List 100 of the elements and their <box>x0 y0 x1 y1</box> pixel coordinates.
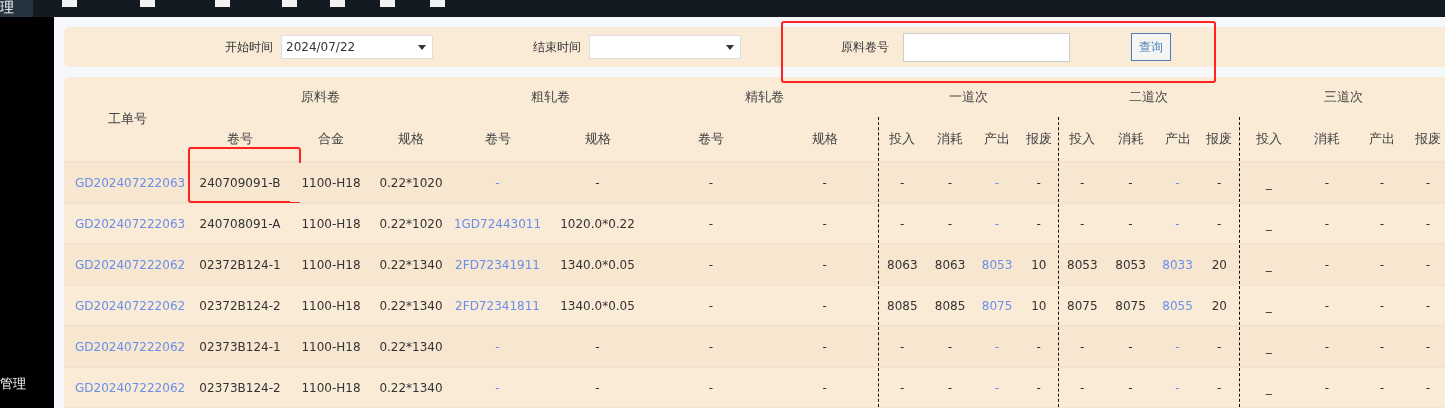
table-link[interactable]: - <box>994 339 1000 354</box>
table-cell: 8063 <box>887 257 918 272</box>
table-cell: 02372B124-2 <box>199 298 281 313</box>
filter-label: 结束时间 <box>533 38 581 56</box>
table-cell: - <box>708 175 714 190</box>
column-header: 卷号 <box>450 117 546 162</box>
table-cell: 0.22*1340 <box>379 298 443 313</box>
table-cell: - <box>1080 380 1085 395</box>
column-header: 规格 <box>772 117 879 162</box>
column-group-header: 三道次 <box>1239 77 1445 117</box>
table-link[interactable]: 8075 <box>981 298 1013 313</box>
table-cell: 8053 <box>1067 257 1098 272</box>
table-cell: - <box>1036 216 1041 231</box>
filter-label: 开始时间 <box>225 38 273 56</box>
table-cell: 10 <box>1031 298 1047 313</box>
table-link[interactable]: 8055 <box>1162 298 1193 313</box>
table-cell: 20 <box>1211 298 1227 313</box>
table-cell: 1100-H18 <box>301 380 361 395</box>
table-cell: - <box>708 298 714 313</box>
table-cell: - <box>1217 175 1222 190</box>
table-cell: _ <box>1265 298 1272 313</box>
table-cell: - <box>900 175 905 190</box>
table-cell: - <box>900 380 905 395</box>
table-cell: - <box>1128 339 1133 354</box>
table-cell: 0.22*1340 <box>379 380 443 395</box>
column-header: 工单号 <box>64 77 190 162</box>
table-cell: - <box>1379 380 1385 395</box>
table-cell: 02373B124-2 <box>199 380 281 395</box>
column-header: 消耗 <box>1106 117 1156 162</box>
column-header: 报废 <box>1200 117 1240 162</box>
order-link[interactable]: GD202407222062 <box>75 380 186 395</box>
table-cell: - <box>595 380 600 395</box>
table-link[interactable]: - <box>994 216 1000 231</box>
coil-number-input[interactable] <box>903 32 1070 62</box>
table-cell: - <box>1036 175 1041 190</box>
table-cell: - <box>1128 175 1133 190</box>
table-cell: _ <box>1265 257 1272 272</box>
table-cell: - <box>708 380 714 395</box>
sidebar-item[interactable]: 管理 <box>0 375 26 393</box>
column-header: 产出 <box>974 117 1021 162</box>
search-button[interactable]: 查询 <box>1131 33 1171 61</box>
table-cell: - <box>1425 175 1431 190</box>
table-link[interactable]: - <box>994 175 1000 190</box>
table-cell: - <box>822 339 827 354</box>
table-link[interactable]: - <box>495 380 500 395</box>
table-cell: - <box>1036 339 1041 354</box>
table-link[interactable]: 2FD72341811 <box>455 298 540 313</box>
table-link[interactable]: - <box>994 380 1000 395</box>
table-cell: 240709091-B <box>199 175 281 190</box>
table-link[interactable]: - <box>1175 175 1180 190</box>
table-cell: _ <box>1265 216 1272 231</box>
table-link[interactable]: 1GD72443011 <box>453 216 542 231</box>
column-group-header: 二道次 <box>1058 77 1240 117</box>
table-link[interactable]: - <box>1175 380 1180 395</box>
date-select[interactable]: 2024/07/22 <box>281 35 433 59</box>
table-cell: - <box>708 216 714 231</box>
table-cell: - <box>1217 216 1222 231</box>
table-cell: - <box>947 380 953 395</box>
table-cell: - <box>1080 339 1085 354</box>
table-cell: - <box>595 175 600 190</box>
table-link[interactable]: - <box>1175 339 1180 354</box>
table-cell: 0.22*1340 <box>379 339 443 354</box>
table-cell: - <box>947 175 953 190</box>
table-cell: - <box>1080 216 1085 231</box>
column-header: 产出 <box>1356 117 1409 162</box>
nav-item[interactable]: 理 <box>0 0 33 17</box>
caret-icon <box>726 44 734 50</box>
square-icon <box>215 0 230 7</box>
table-cell: - <box>822 298 827 313</box>
column-header: 规格 <box>545 117 651 162</box>
order-link[interactable]: GD202407222063 <box>75 216 186 231</box>
table-cell: 10 <box>1031 257 1047 272</box>
table-cell: 20 <box>1211 257 1227 272</box>
table-cell: - <box>1324 339 1330 354</box>
table-cell: - <box>1379 339 1385 354</box>
table-cell: - <box>900 216 905 231</box>
square-icon <box>140 0 155 7</box>
table-cell: - <box>1425 380 1431 395</box>
table-cell: - <box>595 339 600 354</box>
table-link[interactable]: - <box>495 175 500 190</box>
table-cell: - <box>1324 216 1330 231</box>
column-header: 卷号 <box>190 117 290 162</box>
column-group-header: 一道次 <box>878 77 1059 117</box>
table-cell: - <box>1324 175 1330 190</box>
table-cell: - <box>1324 380 1330 395</box>
filter-label: 原料卷号 <box>841 38 889 56</box>
table-cell: 1100-H18 <box>301 298 361 313</box>
order-link[interactable]: GD202407222062 <box>75 298 186 313</box>
table-cell: - <box>1425 257 1431 272</box>
table-cell: - <box>1425 339 1431 354</box>
table-cell: - <box>822 257 827 272</box>
table-link[interactable]: - <box>1175 216 1180 231</box>
table-cell: 8075 <box>1067 298 1098 313</box>
table-cell: 02373B124-1 <box>199 339 281 354</box>
date-select[interactable] <box>589 35 741 59</box>
table-link[interactable]: - <box>495 339 500 354</box>
column-header: 产出 <box>1155 117 1201 162</box>
table-cell: 0.22*1340 <box>379 257 443 272</box>
column-group-header: 原料卷 <box>299 88 341 106</box>
square-icon <box>430 0 445 7</box>
